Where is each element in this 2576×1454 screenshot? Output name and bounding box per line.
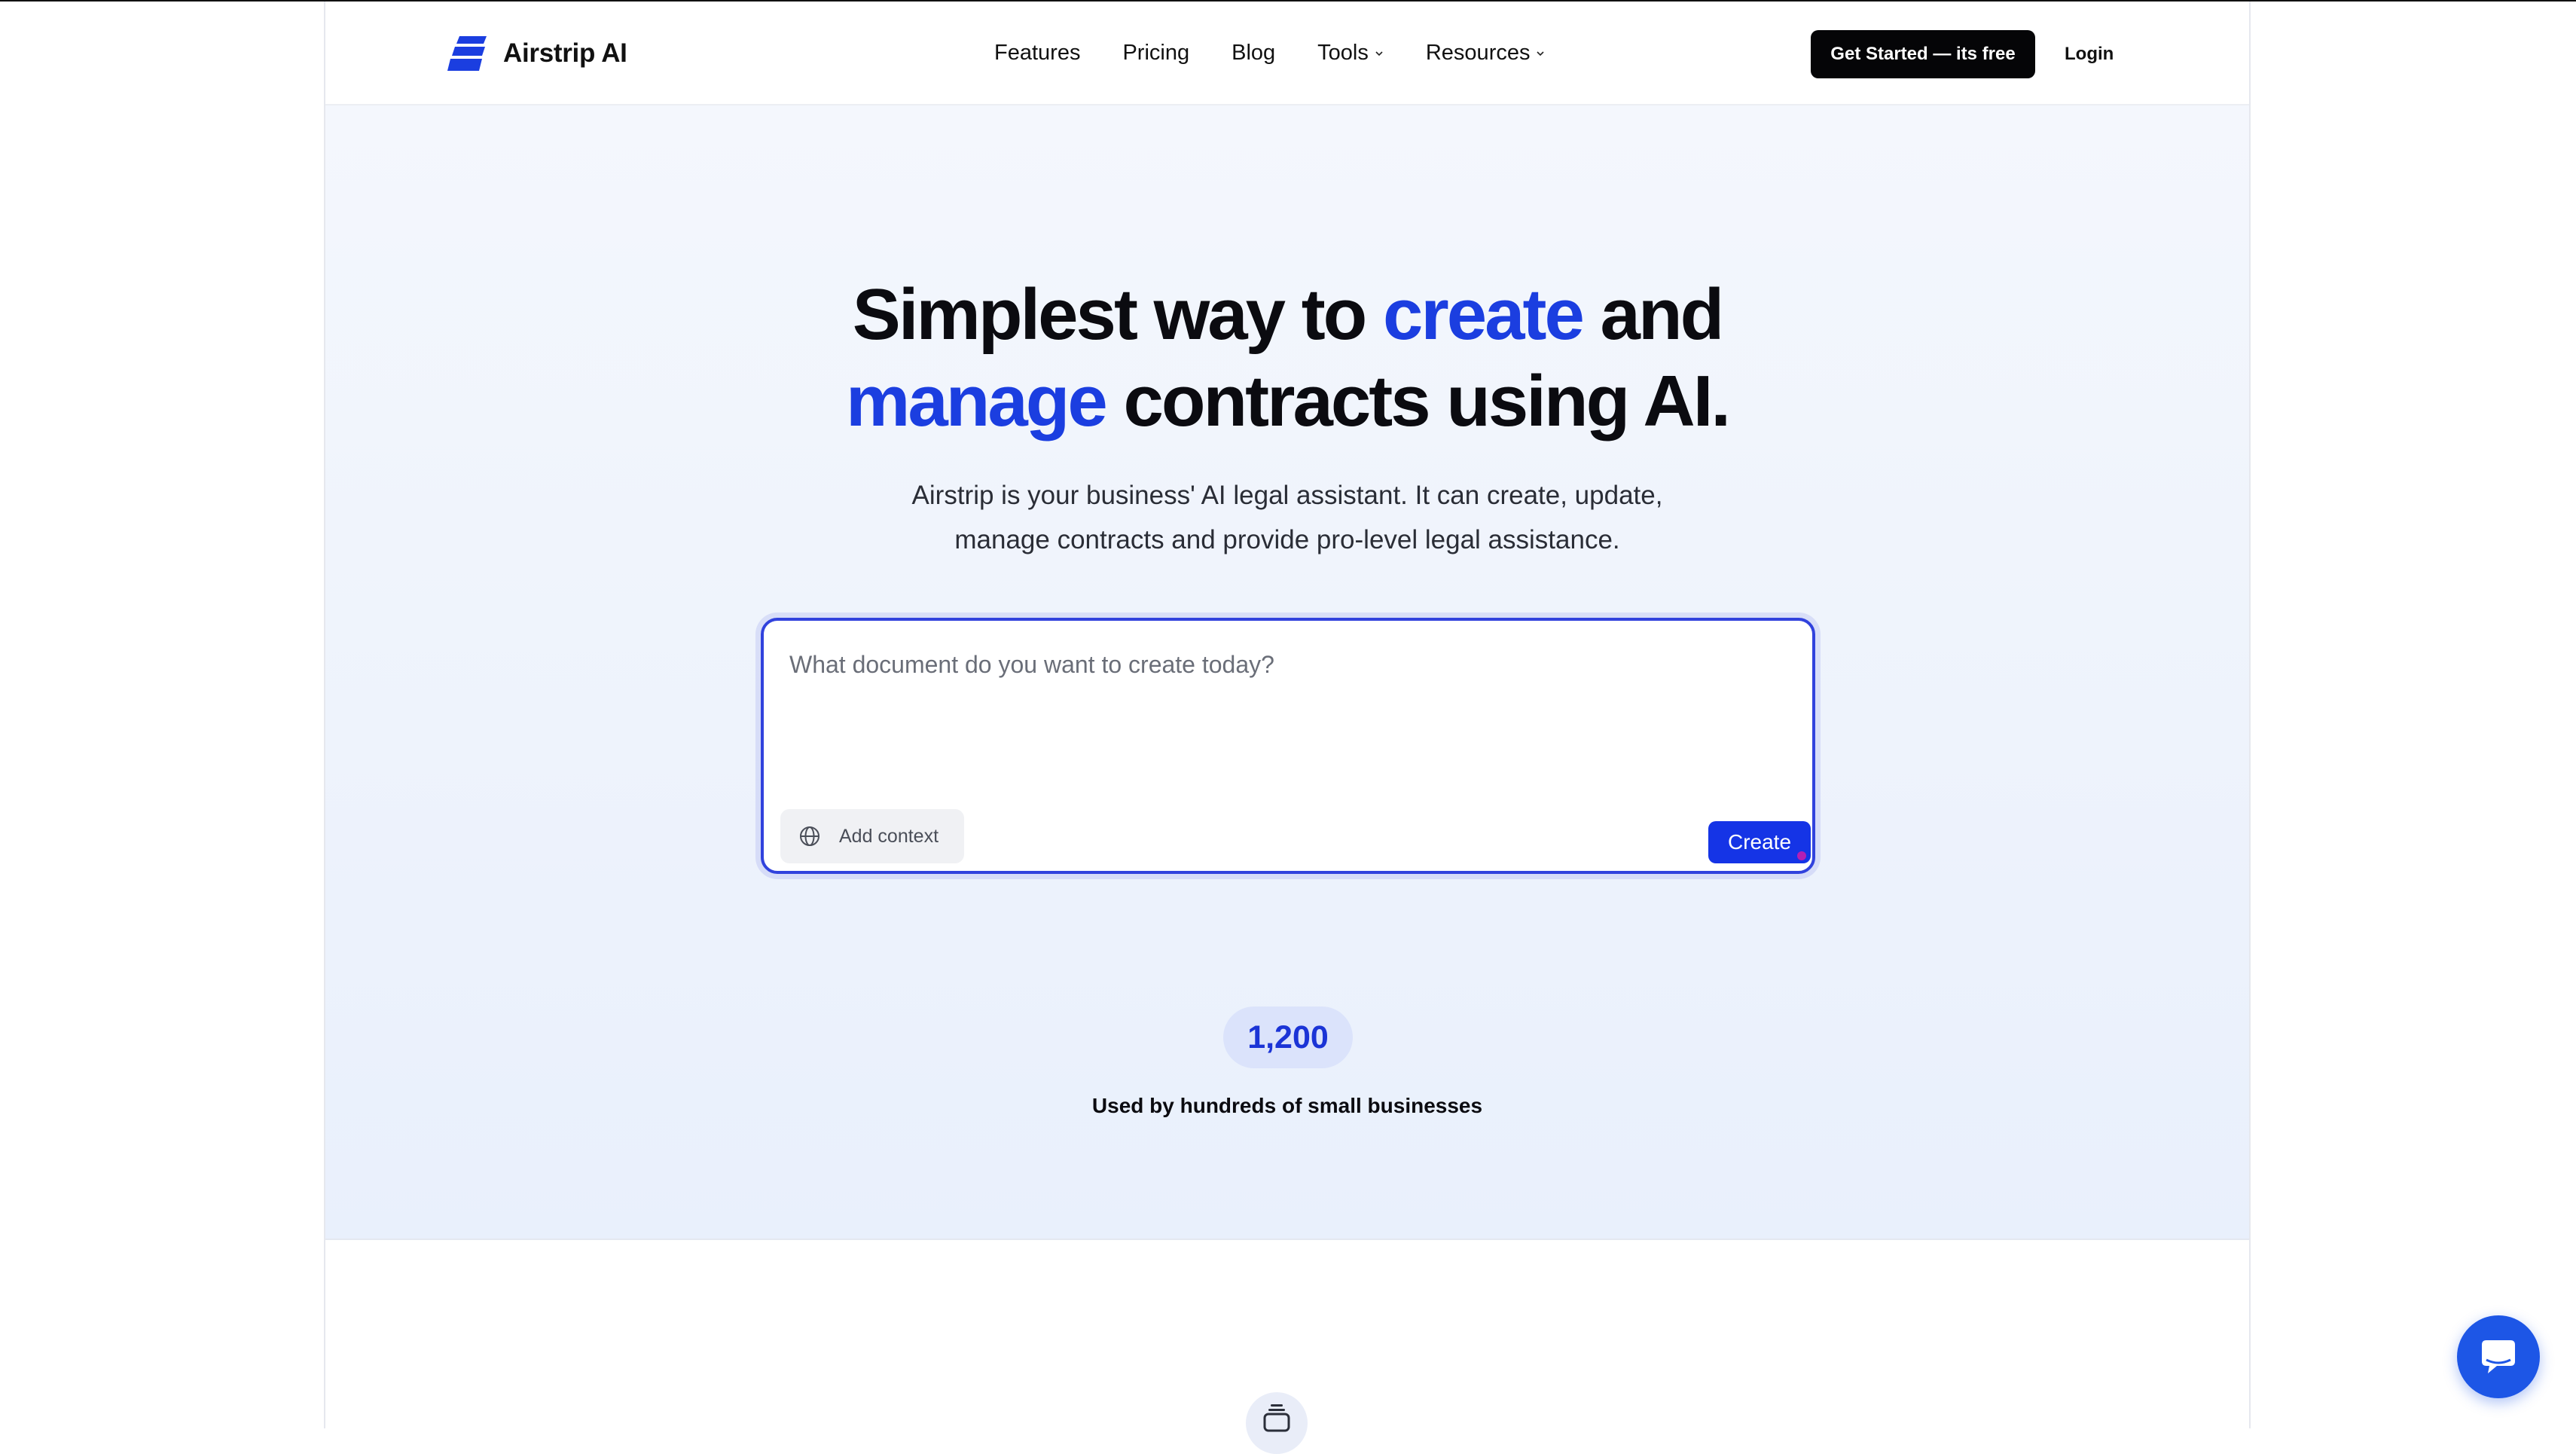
nav-label: Resources	[1425, 41, 1531, 65]
login-link[interactable]: Login	[2065, 44, 2114, 65]
nav-blog[interactable]: Blog	[1232, 41, 1275, 66]
stack-icon	[1246, 1392, 1308, 1454]
nav-resources-dropdown[interactable]: Resources	[1426, 41, 1546, 66]
get-started-button[interactable]: Get Started — its free	[1811, 30, 2035, 78]
site-header: Airstrip AI Features Pricing Blog Tools …	[325, 2, 2249, 105]
globe-icon	[800, 826, 819, 846]
prompt-placeholder: What document do you want to create toda…	[789, 651, 1274, 678]
create-button[interactable]: Create	[1708, 821, 1811, 863]
nav-label: Pricing	[1122, 41, 1190, 65]
nav-pricing[interactable]: Pricing	[1122, 41, 1189, 66]
add-context-button[interactable]: Add context	[780, 809, 964, 863]
brand-logo[interactable]: Airstrip AI	[447, 36, 627, 71]
headline-text: contracts using AI.	[1105, 361, 1731, 441]
chevron-down-icon	[1537, 50, 1545, 56]
headline-text: Simplest way to	[852, 274, 1383, 355]
hero-section: Simplest way to create and manage contra…	[325, 105, 2249, 1240]
airstrip-logo-icon	[447, 36, 487, 71]
usage-count-badge: 1,200	[1223, 1006, 1353, 1068]
hero-headline: Simplest way to create and manage contra…	[325, 271, 2249, 444]
brand-name: Airstrip AI	[503, 38, 627, 68]
headline-accent-manage: manage	[845, 361, 1108, 441]
main-nav: Features Pricing Blog Tools Resources	[994, 41, 1545, 66]
chat-icon	[2482, 1340, 2515, 1373]
nav-features[interactable]: Features	[994, 41, 1080, 66]
hero-subtitle: Airstrip is your business' AI legal assi…	[325, 473, 2249, 562]
subtitle-line: manage contracts and provide pro-level l…	[954, 525, 1620, 554]
chevron-down-icon	[1375, 50, 1383, 56]
headline-text: and	[1582, 274, 1725, 355]
add-context-label: Add context	[839, 825, 939, 847]
cursor-indicator	[1797, 851, 1806, 860]
usage-caption: Used by hundreds of small businesses	[1091, 1094, 1483, 1117]
nav-label: Blog	[1232, 41, 1276, 65]
document-prompt-input[interactable]: What document do you want to create toda…	[761, 618, 1815, 874]
subtitle-line: Airstrip is your business' AI legal assi…	[911, 481, 1663, 510]
chat-widget-button[interactable]	[2457, 1315, 2540, 1398]
nav-label: Tools	[1317, 41, 1369, 65]
nav-label: Features	[994, 41, 1081, 65]
headline-accent-create: create	[1382, 274, 1585, 355]
nav-tools-dropdown[interactable]: Tools	[1317, 41, 1384, 66]
